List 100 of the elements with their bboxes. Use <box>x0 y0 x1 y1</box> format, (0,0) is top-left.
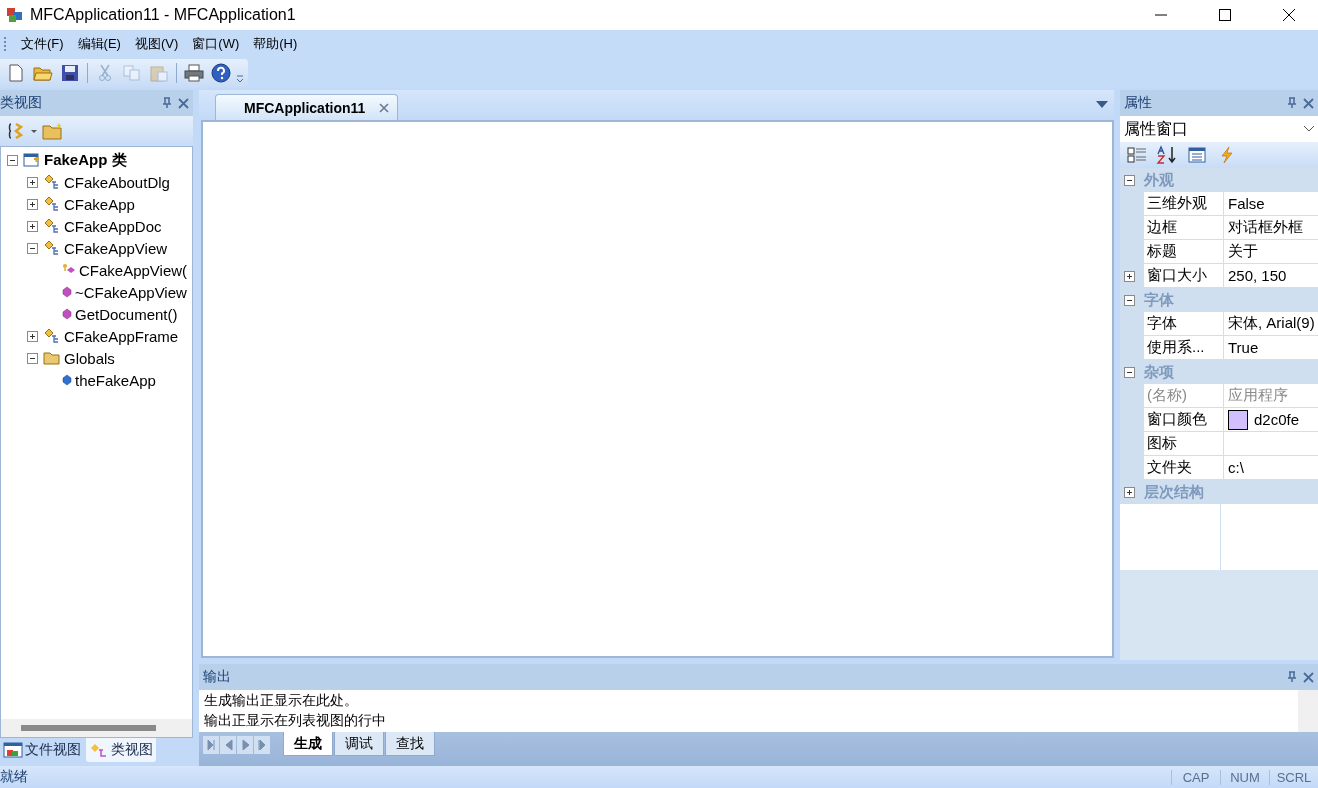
tree-item[interactable]: CFakeAppView( <box>79 261 188 279</box>
panel-tab[interactable]: 文件视图 <box>0 738 84 762</box>
menu-item[interactable]: 视图(V) <box>128 33 185 55</box>
close-icon[interactable] <box>178 97 189 109</box>
property-value[interactable]: 250, 150 <box>1224 264 1318 288</box>
pane-title: 类视图 <box>0 94 43 112</box>
property-pages-icon[interactable] <box>1186 144 1208 166</box>
method-icon <box>62 308 72 320</box>
pane-title: 输出 <box>202 668 232 686</box>
menu-item[interactable]: 帮助(H) <box>247 33 304 55</box>
tree-item[interactable]: FakeApp 类 <box>44 150 127 170</box>
property-name: 窗口大小 <box>1144 264 1224 288</box>
close-icon[interactable] <box>1303 97 1314 109</box>
expand-toggle[interactable] <box>1124 270 1135 282</box>
class-icon <box>43 174 61 190</box>
tab-scroll-button[interactable] <box>203 736 219 754</box>
toolbar-button[interactable] <box>209 61 233 85</box>
collapse-toggle[interactable] <box>1124 366 1135 378</box>
app-icon <box>6 6 24 24</box>
toolbar-button[interactable] <box>182 61 206 85</box>
property-value[interactable]: d2c0fe <box>1224 408 1318 432</box>
expand-toggle[interactable] <box>27 176 38 188</box>
window-title: MFCApplication11 - MFCApplication1 <box>30 6 297 24</box>
property-name: 图标 <box>1144 432 1224 456</box>
menu-item[interactable]: 窗口(W) <box>186 33 246 55</box>
close-icon[interactable] <box>1303 671 1314 683</box>
expand-toggle[interactable] <box>27 198 38 210</box>
property-value[interactable]: True <box>1224 336 1318 360</box>
arrow-icon <box>256 738 268 752</box>
collapse-toggle[interactable] <box>27 352 38 364</box>
property-category: 杂项 <box>1144 362 1174 382</box>
property-category: 层次结构 <box>1144 482 1204 502</box>
expand-toggle[interactable] <box>27 330 38 342</box>
method-icon <box>62 286 72 298</box>
arrow-icon <box>239 738 251 752</box>
pane-title: 属性 <box>1123 94 1153 112</box>
help-icon <box>211 63 231 83</box>
folder-icon <box>33 65 53 81</box>
chevron-down-icon <box>1304 126 1314 132</box>
menu-item[interactable]: 文件(F) <box>15 33 70 55</box>
new-folder-icon[interactable] <box>42 122 64 140</box>
scrollbar-thumb[interactable] <box>21 725 156 731</box>
property-name: (名称) <box>1144 384 1224 408</box>
clipboard-icon <box>150 64 168 82</box>
tree-item[interactable]: CFakeAppDoc <box>64 217 162 235</box>
tree-item[interactable]: CFakeAppFrame <box>64 327 179 345</box>
categorized-icon[interactable] <box>1126 144 1148 166</box>
tree-item[interactable]: ~CFakeAppView <box>75 283 187 301</box>
output-line: 生成输出正显示在此处。 <box>204 691 359 710</box>
collapse-toggle[interactable] <box>7 154 18 166</box>
expand-toggle[interactable] <box>1124 486 1135 498</box>
status-indicator: CAP <box>1171 769 1220 785</box>
property-value[interactable]: 对话框外框 <box>1224 216 1318 240</box>
minimize-icon <box>1155 14 1167 16</box>
document-tab[interactable]: MFCApplication11 <box>215 94 399 120</box>
pin-icon[interactable] <box>1287 671 1297 683</box>
property-value-text: 应用程序 <box>1228 386 1288 405</box>
property-value[interactable]: False <box>1224 192 1318 216</box>
object-combo[interactable]: 属性窗口 <box>1120 116 1318 142</box>
tab-scroll-button[interactable] <box>254 736 270 754</box>
property-value[interactable]: c:\ <box>1224 456 1318 480</box>
copy-icon <box>123 64 141 82</box>
class-view-icon <box>89 742 109 758</box>
output-line: 输出正显示在列表视图的行中 <box>204 711 387 730</box>
tab-scroll-button[interactable] <box>220 736 236 754</box>
tree-item[interactable]: CFakeAboutDlg <box>64 173 170 191</box>
output-tab[interactable]: 生成 <box>283 732 333 756</box>
output-tab[interactable]: 查找 <box>385 732 435 756</box>
pin-icon[interactable] <box>162 97 172 109</box>
property-value-text: d2c0fe <box>1254 411 1300 428</box>
collapse-toggle[interactable] <box>1124 294 1135 306</box>
class-wizard-icon[interactable] <box>8 121 38 141</box>
dropdown-arrow-icon[interactable] <box>1096 101 1108 109</box>
collapse-toggle[interactable] <box>1124 174 1135 186</box>
close-icon[interactable] <box>379 102 390 113</box>
property-value-text: c:\ <box>1228 459 1244 476</box>
property-name: 使用系... <box>1144 336 1224 360</box>
tree-item[interactable]: theFakeApp <box>75 371 156 389</box>
property-category: 外观 <box>1144 170 1174 190</box>
panel-tab[interactable]: 类视图 <box>86 738 156 762</box>
tree-item[interactable]: Globals <box>64 349 115 367</box>
pin-icon[interactable] <box>1287 97 1297 109</box>
menu-item[interactable]: 编辑(E) <box>71 33 127 55</box>
tab-scroll-button[interactable] <box>237 736 253 754</box>
output-tab[interactable]: 调试 <box>334 732 384 756</box>
tree-item[interactable]: CFakeApp <box>64 195 135 213</box>
folder-icon <box>43 351 61 365</box>
property-value-text: 关于 <box>1228 242 1258 261</box>
class-icon <box>43 328 61 344</box>
property-value-text: True <box>1228 339 1259 356</box>
tree-item[interactable]: GetDocument() <box>75 305 178 323</box>
grip-handle[interactable] <box>4 37 9 51</box>
maximize-icon <box>1219 9 1231 21</box>
class-icon <box>43 218 61 234</box>
expand-toggle[interactable] <box>27 220 38 232</box>
collapse-toggle[interactable] <box>27 242 38 254</box>
sort-az-icon[interactable] <box>1156 144 1178 166</box>
class-icon <box>43 240 61 256</box>
tree-item[interactable]: CFakeAppView <box>64 239 168 257</box>
property-value[interactable]: 关于 <box>1224 240 1318 264</box>
